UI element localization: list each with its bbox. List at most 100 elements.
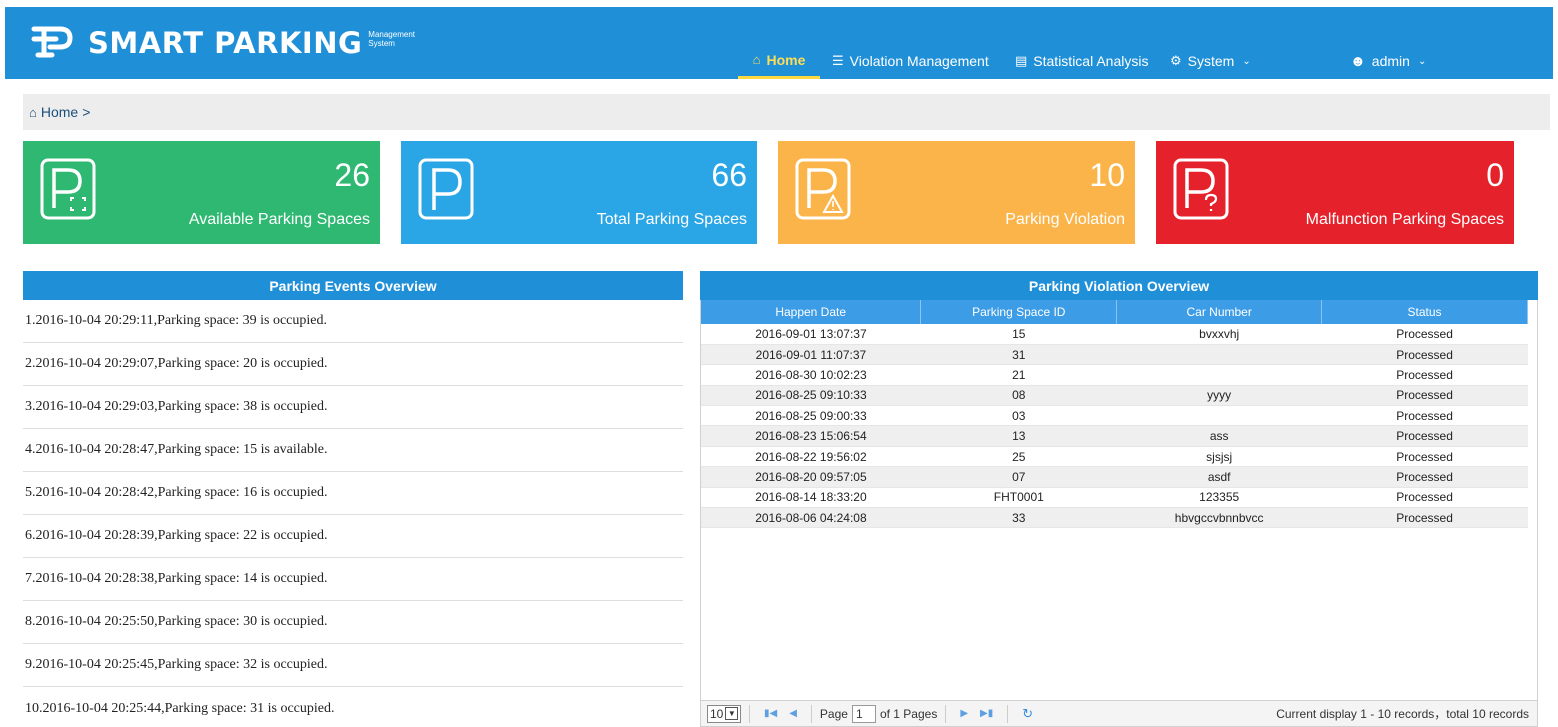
column-header-happen-date[interactable]: Happen Date [701, 300, 922, 324]
prev-page-icon[interactable]: ◀ [789, 708, 797, 719]
table-row[interactable]: 2016-08-06 04:24:08 33 hbvgccvbnnbvcc Pr… [701, 507, 1528, 529]
column-header-parking-space-id[interactable]: Parking Space ID [920, 300, 1118, 324]
total-pages-label: of 1 Pages [879, 706, 938, 721]
cell-car-number: sjsjsj [1116, 446, 1322, 468]
cell-car-number: 123355 [1116, 487, 1322, 509]
card-label: Malfunction Parking Spaces [1305, 211, 1504, 228]
table-row[interactable]: 2016-08-25 09:10:33 08 yyyy Processed [701, 385, 1528, 407]
page-size-select[interactable]: 10 ▼ [707, 704, 741, 723]
breadcrumb-home-link[interactable]: Home [41, 104, 78, 120]
column-header-car-number[interactable]: Car Number [1116, 300, 1323, 324]
cell-car-number: bvxxvhj [1116, 324, 1322, 345]
gears-icon: ⚙ [1170, 53, 1182, 68]
list-item: 2.2016-10-04 20:29:07,Parking space: 20 … [23, 343, 683, 386]
first-page-icon[interactable]: ▮◀ [764, 708, 777, 719]
cell-car-number: ass [1116, 425, 1322, 447]
cell-happen-date: 2016-09-01 13:07:37 [701, 324, 921, 345]
nav-home[interactable]: ⌂ Home [738, 43, 820, 79]
cell-car-number: hbvgccvbnnbvcc [1116, 507, 1322, 529]
card-label: Total Parking Spaces [596, 211, 747, 228]
card-value: 10 [1089, 157, 1125, 193]
cell-status: Processed [1321, 487, 1528, 509]
app-logo[interactable]: SMART PARKING Management System [30, 21, 415, 61]
chevron-down-icon: ⌄ [1242, 55, 1251, 67]
cell-status: Processed [1321, 324, 1528, 345]
column-header-status[interactable]: Status [1321, 300, 1528, 324]
parking-total-icon [418, 158, 474, 220]
cell-status: Processed [1321, 364, 1528, 386]
home-icon: ⌂ [29, 104, 37, 120]
chevron-down-icon: ⌄ [1417, 55, 1427, 67]
parking-warning-icon [795, 158, 851, 220]
table-header-row: Happen Date Parking Space ID Car Number … [701, 300, 1528, 324]
document-icon: ▤ [1015, 53, 1028, 68]
cell-parking-space-id: 25 [920, 446, 1117, 468]
events-panel-title: Parking Events Overview [23, 271, 683, 300]
last-page-icon[interactable]: ▶▮ [980, 708, 993, 719]
violations-grid: Happen Date Parking Space ID Car Number … [700, 300, 1538, 727]
card-label: Available Parking Spaces [188, 211, 370, 228]
database-icon: ☰ [832, 53, 844, 68]
card-label: Parking Violation [1005, 211, 1125, 228]
cell-status: Processed [1321, 446, 1528, 468]
parking-question-icon [1173, 158, 1229, 220]
page-number-input[interactable]: 1 [851, 704, 876, 723]
records-info: Current display 1 - 10 records，total 10 … [1276, 707, 1529, 721]
list-item: 6.2016-10-04 20:28:39,Parking space: 22 … [23, 515, 683, 558]
list-item: 10.2016-10-04 20:25:44,Parking space: 31… [25, 700, 335, 716]
card-value: 0 [1486, 157, 1504, 193]
card-parking-violation[interactable]: 10 Parking Violation [778, 141, 1135, 244]
cell-parking-space-id: 08 [920, 385, 1117, 407]
breadcrumb-separator: > [82, 104, 91, 120]
cell-car-number [1116, 344, 1322, 366]
cell-status: Processed [1321, 425, 1528, 447]
table-row[interactable]: 2016-08-14 18:33:20 FHT0001 123355 Proce… [701, 487, 1528, 509]
nav-statistical-analysis[interactable]: ▤ Statistical Analysis [1015, 43, 1148, 79]
nav-violation-management[interactable]: ☰ Violation Management [832, 43, 989, 79]
cell-parking-space-id: 13 [920, 425, 1117, 447]
cell-parking-space-id: 07 [920, 466, 1117, 488]
pager-divider [810, 704, 812, 723]
user-menu[interactable]: ☻ admin ⌄ [1350, 43, 1426, 79]
cell-car-number [1116, 364, 1322, 386]
table-row[interactable]: 2016-09-01 11:07:37 31 Processed [701, 344, 1528, 366]
cell-status: Processed [1321, 385, 1528, 407]
cell-happen-date: 2016-08-06 04:24:08 [701, 507, 921, 529]
cell-car-number [1116, 405, 1322, 427]
nav-system[interactable]: ⚙ System ⌄ [1170, 43, 1251, 79]
violations-panel-title: Parking Violation Overview [700, 271, 1538, 300]
cell-happen-date: 2016-08-23 15:06:54 [701, 425, 921, 447]
logo-mark-icon [31, 26, 73, 58]
refresh-icon[interactable]: ↻ [1022, 706, 1033, 722]
cell-parking-space-id: 21 [920, 364, 1117, 386]
table-row[interactable]: 2016-08-30 10:02:23 21 Processed [701, 364, 1528, 386]
user-avatar-icon: ☻ [1350, 52, 1366, 70]
cell-parking-space-id: 03 [920, 405, 1117, 427]
cell-happen-date: 2016-08-22 19:56:02 [701, 446, 921, 468]
table-row[interactable]: 2016-08-20 09:57:05 07 asdf Processed [701, 466, 1528, 488]
list-item: 8.2016-10-04 20:25:50,Parking space: 30 … [23, 601, 683, 644]
cell-car-number: asdf [1116, 466, 1322, 488]
list-item: 5.2016-10-04 20:28:42,Parking space: 16 … [23, 472, 683, 515]
list-item: 4.2016-10-04 20:28:47,Parking space: 15 … [23, 429, 683, 472]
table-row[interactable]: 2016-09-01 13:07:37 15 bvxxvhj Processed [701, 324, 1528, 345]
list-item: 7.2016-10-04 20:28:38,Parking space: 14 … [23, 558, 683, 601]
cell-car-number: yyyy [1116, 385, 1322, 407]
table-row[interactable]: 2016-08-25 09:00:33 03 Processed [701, 405, 1528, 427]
cell-parking-space-id: 31 [920, 344, 1117, 366]
cell-happen-date: 2016-08-25 09:10:33 [701, 385, 921, 407]
app-title: SMART PARKING [88, 26, 363, 60]
card-value: 66 [711, 157, 747, 193]
pagination-bar: 10 ▼ ▮◀ ◀ Page 1 of 1 Pages ▶ ▶▮ ↻ Curre… [700, 700, 1538, 727]
card-malfunction-parking[interactable]: 0 Malfunction Parking Spaces [1156, 141, 1514, 244]
card-available-parking[interactable]: 26 Available Parking Spaces [23, 141, 380, 244]
card-total-parking[interactable]: 66 Total Parking Spaces [401, 141, 757, 244]
table-row[interactable]: 2016-08-23 15:06:54 13 ass Processed [701, 425, 1528, 447]
next-page-icon[interactable]: ▶ [960, 708, 968, 719]
home-icon: ⌂ [752, 52, 761, 67]
card-value: 26 [334, 157, 370, 193]
list-item: 1.2016-10-04 20:29:11,Parking space: 39 … [23, 300, 683, 343]
cell-status: Processed [1321, 344, 1528, 366]
chevron-down-icon: ▼ [725, 707, 739, 720]
table-row[interactable]: 2016-08-22 19:56:02 25 sjsjsj Processed [701, 446, 1528, 468]
